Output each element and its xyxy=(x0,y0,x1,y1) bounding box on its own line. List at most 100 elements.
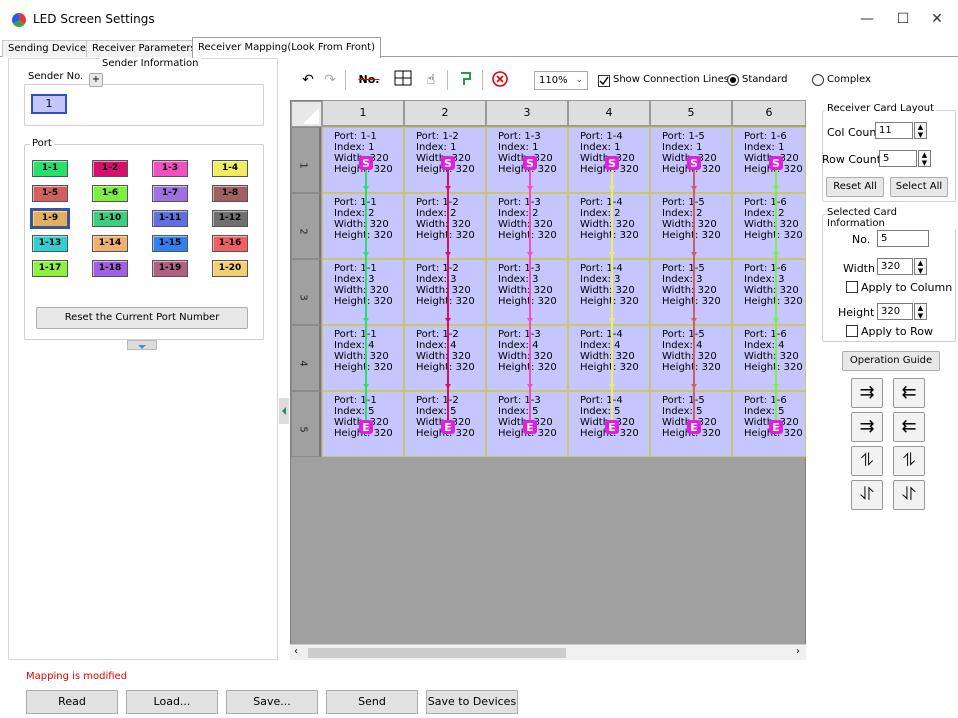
route-icon[interactable] xyxy=(456,70,476,90)
receiver-card-cell[interactable]: Port: 1-2 Index: 5 Width: 320 Height: 320 xyxy=(404,391,486,457)
receiver-card-cell[interactable]: Port: 1-5 Index: 1 Width: 320 Height: 320 xyxy=(650,127,732,193)
port-button[interactable]: 1-20 xyxy=(212,260,248,277)
port-button[interactable]: 1-10 xyxy=(92,210,128,227)
receiver-card-cell[interactable]: Port: 1-6 Index: 2 Width: 320 Height: 320 xyxy=(732,193,806,259)
clear-numbers-icon[interactable]: No. xyxy=(356,70,382,90)
row-header[interactable]: 1 xyxy=(291,127,321,193)
height-input[interactable]: 320 xyxy=(877,303,913,320)
row-header[interactable]: 3 xyxy=(291,259,321,325)
receiver-card-cell[interactable]: Port: 1-2 Index: 2 Width: 320 Height: 320 xyxy=(404,193,486,259)
delete-circle-icon[interactable] xyxy=(490,70,510,90)
col-count-spinner[interactable]: ▲ ▼ xyxy=(914,122,927,139)
send-button[interactable]: Send xyxy=(326,690,418,714)
receiver-card-cell[interactable]: Port: 1-2 Index: 3 Width: 320 Height: 320 xyxy=(404,259,486,325)
receiver-card-cell[interactable]: Port: 1-1 Index: 1 Width: 320 Height: 320 xyxy=(322,127,404,193)
receiver-card-cell[interactable]: Port: 1-6 Index: 1 Width: 320 Height: 320 xyxy=(732,127,806,193)
undo-icon[interactable]: ↶ xyxy=(298,70,318,90)
maximize-button[interactable]: ☐ xyxy=(888,8,918,30)
height-spinner[interactable]: ▲ ▼ xyxy=(914,303,927,320)
scroll-thumb[interactable] xyxy=(308,648,566,658)
tab-receiver-parameters[interactable]: Receiver Parameters xyxy=(86,40,202,57)
row-count-input[interactable]: 5 xyxy=(879,150,917,167)
reset-all-button[interactable]: Reset All xyxy=(826,177,884,197)
receiver-card-cell[interactable]: Port: 1-4 Index: 3 Width: 320 Height: 320 xyxy=(568,259,650,325)
port-button[interactable]: 1-13 xyxy=(32,235,68,252)
receiver-card-cell[interactable]: Port: 1-5 Index: 2 Width: 320 Height: 320 xyxy=(650,193,732,259)
show-lines-checkbox[interactable] xyxy=(598,75,610,87)
port-button[interactable]: 1-6 xyxy=(92,185,128,202)
operation-guide-button[interactable]: Operation Guide xyxy=(842,351,940,371)
receiver-card-cell[interactable]: Port: 1-6 Index: 5 Width: 320 Height: 320 xyxy=(732,391,806,457)
port-button[interactable]: 1-14 xyxy=(92,235,128,252)
port-button[interactable]: 1-4 xyxy=(212,160,248,177)
port-button[interactable]: 1-8 xyxy=(212,185,248,202)
receiver-card-cell[interactable]: Port: 1-3 Index: 3 Width: 320 Height: 320 xyxy=(486,259,568,325)
receiver-card-cell[interactable]: Port: 1-1 Index: 3 Width: 320 Height: 320 xyxy=(322,259,404,325)
apply-row-checkbox[interactable] xyxy=(846,325,858,337)
hand-icon[interactable]: ☝ xyxy=(421,70,441,90)
read-button[interactable]: Read xyxy=(26,690,118,714)
save-button[interactable]: Save... xyxy=(226,690,318,714)
collapse-button[interactable] xyxy=(127,340,157,350)
receiver-card-cell[interactable]: Port: 1-3 Index: 1 Width: 320 Height: 320 xyxy=(486,127,568,193)
receiver-card-cell[interactable]: Port: 1-1 Index: 4 Width: 320 Height: 320 xyxy=(322,325,404,391)
tab-receiver-mapping[interactable]: Receiver Mapping(Look From Front) xyxy=(192,37,382,58)
receiver-card-cell[interactable]: Port: 1-2 Index: 1 Width: 320 Height: 320 xyxy=(404,127,486,193)
complex-radio[interactable] xyxy=(812,74,824,86)
wiring-pattern-icon[interactable]: ⇇ xyxy=(893,412,925,442)
zoom-select[interactable]: 110% ⌄ xyxy=(534,71,588,90)
receiver-card-cell[interactable]: Port: 1-5 Index: 3 Width: 320 Height: 320 xyxy=(650,259,732,325)
redo-icon[interactable]: ↷ xyxy=(320,70,340,90)
wiring-pattern-icon[interactable]: ⇇ xyxy=(893,378,925,408)
column-header[interactable]: 1 xyxy=(322,100,404,126)
column-header[interactable]: 3 xyxy=(486,100,568,126)
column-header[interactable]: 2 xyxy=(404,100,486,126)
sender-number[interactable]: 1 xyxy=(31,94,67,114)
receiver-card-cell[interactable]: Port: 1-2 Index: 4 Width: 320 Height: 320 xyxy=(404,325,486,391)
horizontal-scrollbar[interactable]: ‹ › xyxy=(290,644,806,660)
receiver-card-cell[interactable]: Port: 1-3 Index: 5 Width: 320 Height: 320 xyxy=(486,391,568,457)
port-button[interactable]: 1-2 xyxy=(92,160,128,177)
row-header[interactable]: 5 xyxy=(291,391,321,457)
port-button[interactable]: 1-12 xyxy=(212,210,248,227)
wiring-pattern-icon[interactable]: ⇉ xyxy=(851,378,883,408)
close-button[interactable]: ✕ xyxy=(922,8,952,30)
port-button[interactable]: 1-5 xyxy=(32,185,68,202)
scroll-left-icon[interactable]: ‹ xyxy=(294,646,298,657)
row-header[interactable]: 2 xyxy=(291,193,321,259)
receiver-card-cell[interactable]: Port: 1-5 Index: 5 Width: 320 Height: 320 xyxy=(650,391,732,457)
row-header[interactable]: 4 xyxy=(291,325,321,391)
port-button[interactable]: 1-15 xyxy=(152,235,188,252)
port-button[interactable]: 1-18 xyxy=(92,260,128,277)
add-sender-button[interactable]: + xyxy=(89,73,103,87)
port-button[interactable]: 1-9 xyxy=(30,208,70,229)
row-count-spinner[interactable]: ▲ ▼ xyxy=(918,150,931,167)
port-button[interactable]: 1-16 xyxy=(212,235,248,252)
collapse-left-button[interactable] xyxy=(279,398,289,424)
port-button[interactable]: 1-7 xyxy=(152,185,188,202)
receiver-card-cell[interactable]: Port: 1-3 Index: 2 Width: 320 Height: 320 xyxy=(486,193,568,259)
wiring-pattern-icon[interactable]: ⥯ xyxy=(893,480,925,510)
grid-icon[interactable] xyxy=(393,70,413,90)
receiver-card-cell[interactable]: Port: 1-1 Index: 2 Width: 320 Height: 320 xyxy=(322,193,404,259)
receiver-card-cell[interactable]: Port: 1-6 Index: 3 Width: 320 Height: 320 xyxy=(732,259,806,325)
receiver-card-cell[interactable]: Port: 1-5 Index: 4 Width: 320 Height: 320 xyxy=(650,325,732,391)
column-header[interactable]: 5 xyxy=(650,100,732,126)
width-input[interactable]: 320 xyxy=(877,258,913,275)
port-button[interactable]: 1-3 xyxy=(152,160,188,177)
wiring-pattern-icon[interactable]: ⥮ xyxy=(851,446,883,476)
receiver-card-cell[interactable]: Port: 1-4 Index: 2 Width: 320 Height: 320 xyxy=(568,193,650,259)
wiring-pattern-icon[interactable]: ⥮ xyxy=(893,446,925,476)
save-to-devices-button[interactable]: Save to Devices xyxy=(426,690,518,714)
port-button[interactable]: 1-17 xyxy=(32,260,68,277)
receiver-card-cell[interactable]: Port: 1-4 Index: 4 Width: 320 Height: 320 xyxy=(568,325,650,391)
minimize-button[interactable]: — xyxy=(852,8,882,30)
standard-radio[interactable] xyxy=(727,74,739,86)
receiver-card-cell[interactable]: Port: 1-3 Index: 4 Width: 320 Height: 320 xyxy=(486,325,568,391)
wiring-pattern-icon[interactable]: ⇉ xyxy=(851,412,883,442)
apply-column-checkbox[interactable] xyxy=(846,281,858,293)
width-spinner[interactable]: ▲ ▼ xyxy=(914,258,927,275)
reset-port-button[interactable]: Reset the Current Port Number xyxy=(36,307,248,329)
scroll-right-icon[interactable]: › xyxy=(796,646,800,657)
receiver-card-cell[interactable]: Port: 1-4 Index: 1 Width: 320 Height: 320 xyxy=(568,127,650,193)
